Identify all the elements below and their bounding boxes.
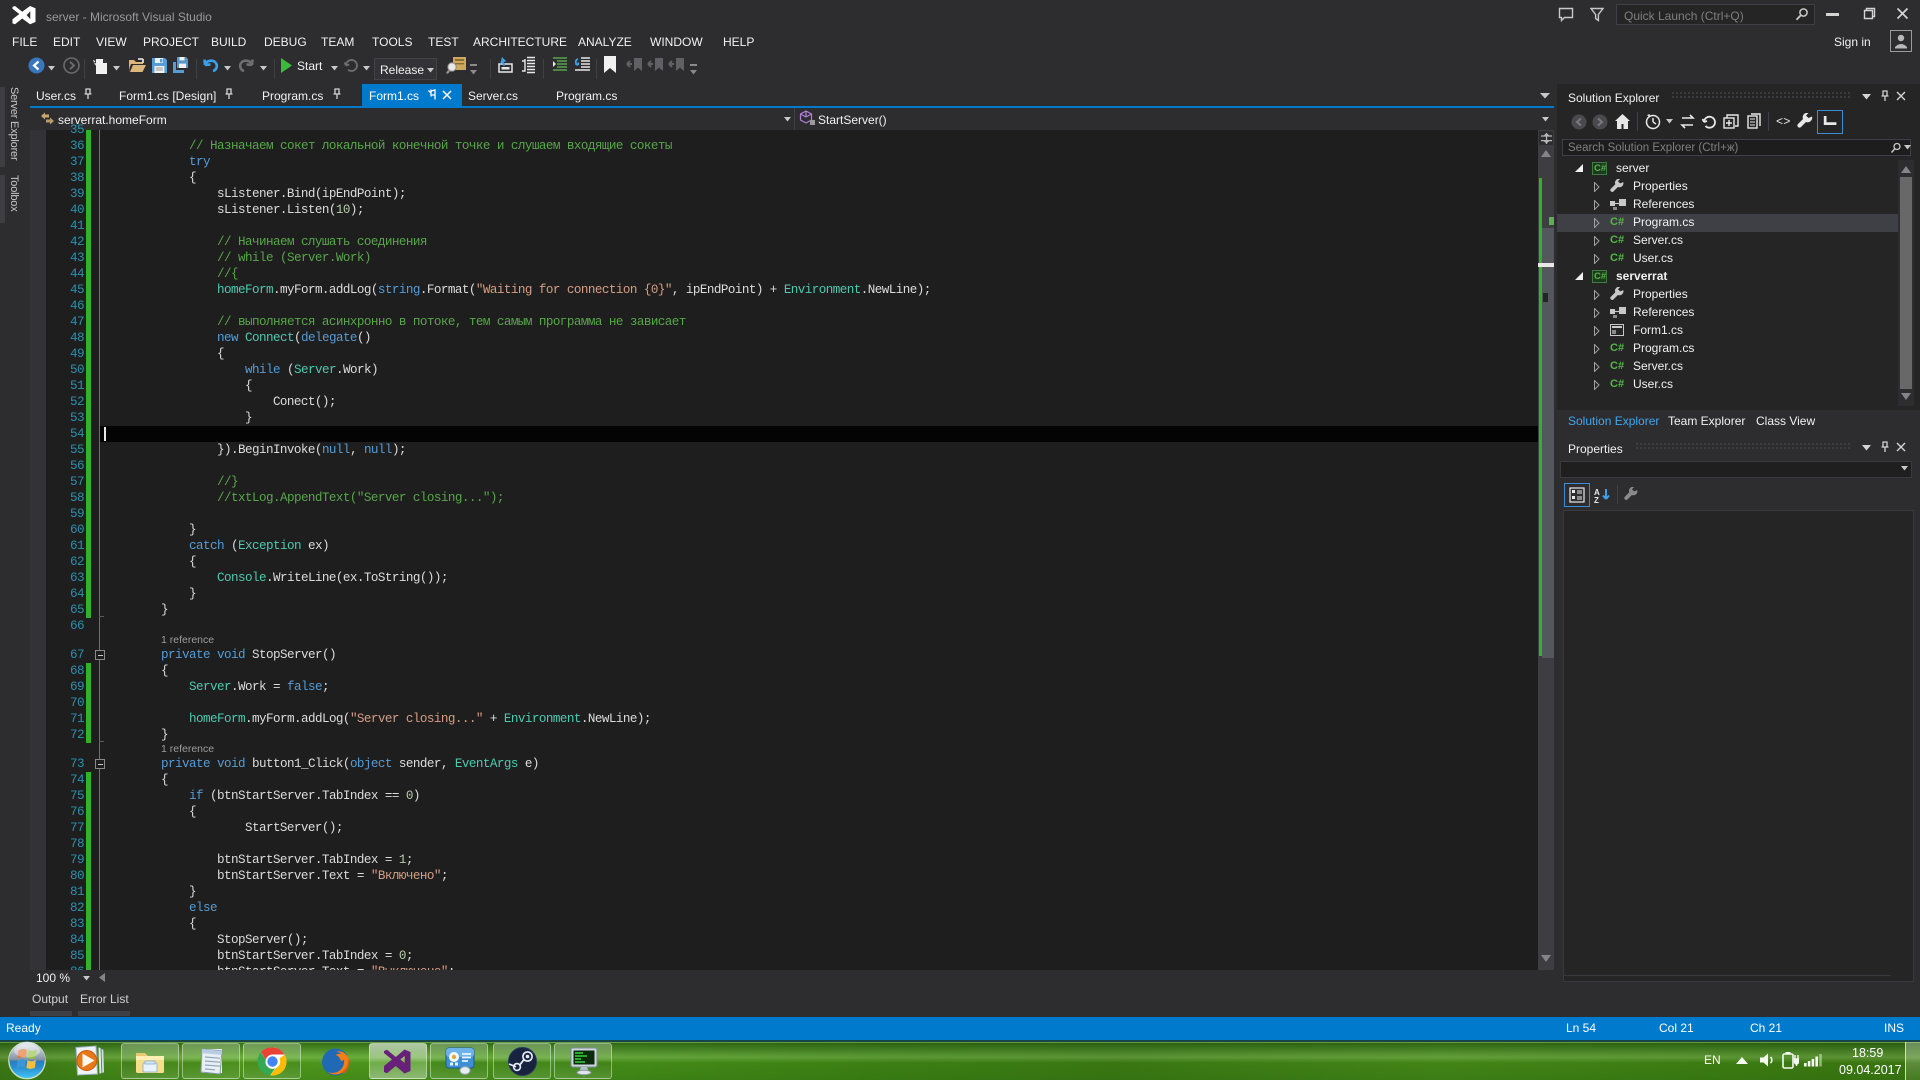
svg-text:Z: Z [1594, 496, 1599, 503]
